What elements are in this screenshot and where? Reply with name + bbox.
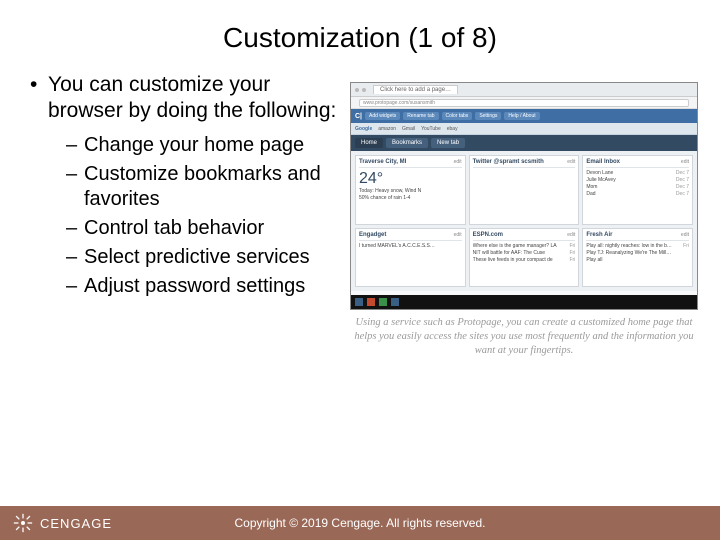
feed-row: These live feeds in your compact deFri bbox=[473, 257, 576, 264]
card-edit: edit bbox=[567, 232, 575, 238]
feed-row: Play all: nightly reaches: low in the b…… bbox=[586, 243, 689, 250]
feed-row: I turned MARVEL's A.C.C.E.S.S… bbox=[359, 243, 462, 250]
nav-home: Home bbox=[355, 138, 383, 148]
sub-bullet: Customize bookmarks and favorites bbox=[66, 162, 350, 212]
window-titlebar: Click here to add a page… bbox=[351, 83, 697, 97]
right-column: Click here to add a page… www.protopage.… bbox=[350, 72, 698, 359]
copyright-text: Copyright © 2019 Cengage. All rights res… bbox=[0, 516, 720, 530]
browser-screenshot: Click here to add a page… www.protopage.… bbox=[350, 82, 698, 310]
quick-link: ebay bbox=[447, 126, 458, 132]
slide: Customization (1 of 8) You can customize… bbox=[0, 0, 720, 540]
weather-card: Traverse City, MI edit 24° Today: Heavy s… bbox=[355, 155, 466, 225]
toolbar-chip: Help / About bbox=[504, 112, 539, 120]
quick-link: YouTube bbox=[421, 126, 441, 132]
left-column: You can customize your browser by doing … bbox=[30, 72, 350, 359]
toolbar-chip: Add widgets bbox=[365, 112, 400, 120]
weather-temp: 24° bbox=[359, 170, 462, 188]
sub-bullet: Adjust password settings bbox=[66, 274, 350, 299]
weather-detail: 50% chance of rain 1-4 bbox=[359, 195, 462, 202]
windows-taskbar bbox=[351, 295, 697, 309]
engadget-card: Engadget edit I turned MARVEL's A.C.C.E.S… bbox=[355, 228, 466, 287]
email-row: Julie McAveyDec 7 bbox=[586, 177, 689, 184]
weather-desc: Today: Heavy snow, Wind N bbox=[359, 188, 462, 195]
search-link-bar: Google amazon Gmail YouTube ebay bbox=[351, 123, 697, 135]
intro-bullet: You can customize your browser by doing … bbox=[30, 72, 350, 125]
toolbar-chip: Settings bbox=[475, 112, 501, 120]
toolbar-chip: Rename tab bbox=[403, 112, 438, 120]
nav-bookmarks: Bookmarks bbox=[386, 138, 428, 148]
widget-grid: Traverse City, MI edit 24° Today: Heavy s… bbox=[351, 151, 697, 291]
email-row: Devon LaneDec 7 bbox=[586, 170, 689, 177]
google-logo: Google bbox=[355, 126, 372, 132]
card-edit: edit bbox=[454, 159, 462, 165]
protopage-nav: Home Bookmarks New tab bbox=[351, 135, 697, 151]
twitter-card: Twitter @spramt scsmith edit bbox=[469, 155, 580, 225]
email-card: Email Inbox edit Devon LaneDec 7 Julie Mc… bbox=[582, 155, 693, 225]
quick-link: Gmail bbox=[402, 126, 415, 132]
card-title: Fresh Air bbox=[586, 232, 612, 238]
slide-footer: Copyright © 2019 Cengage. All rights res… bbox=[0, 506, 720, 540]
taskbar-icon bbox=[391, 298, 399, 306]
feed-row: NIT will battle for AAF: The CuseFri bbox=[473, 250, 576, 257]
toolbar-chip: Color tabs bbox=[442, 112, 473, 120]
nav-newtab: New tab bbox=[431, 138, 465, 148]
protopage-logo-icon: C| bbox=[355, 113, 362, 120]
sub-bullet: Control tab behavior bbox=[66, 216, 350, 241]
sub-bullet: Select predictive services bbox=[66, 245, 350, 270]
slide-body: You can customize your browser by doing … bbox=[0, 72, 720, 359]
sub-bullet: Change your home page bbox=[66, 133, 350, 158]
slide-title: Customization (1 of 8) bbox=[0, 0, 720, 72]
card-title: Email Inbox bbox=[586, 159, 620, 165]
card-edit: edit bbox=[681, 232, 689, 238]
espn-card: ESPN.com edit Where else is the game mana… bbox=[469, 228, 580, 287]
sub-bullet-list: Change your home page Customize bookmark… bbox=[30, 133, 350, 299]
quick-link: amazon bbox=[378, 126, 396, 132]
card-title: Traverse City, MI bbox=[359, 159, 406, 165]
protopage-toolbar: C| Add widgets Rename tab Color tabs Set… bbox=[351, 109, 697, 123]
address-bar-row: www.protopage.com/susansmith bbox=[351, 97, 697, 109]
figure-caption: Using a service such as Protopage, you c… bbox=[350, 316, 698, 359]
card-edit: edit bbox=[681, 159, 689, 165]
address-bar: www.protopage.com/susansmith bbox=[359, 99, 689, 107]
card-edit: edit bbox=[567, 159, 575, 165]
email-row: MomDec 7 bbox=[586, 184, 689, 191]
taskbar-icon bbox=[367, 298, 375, 306]
feed-row: Play all bbox=[586, 257, 689, 264]
freshair-card: Fresh Air edit Play all: nightly reaches:… bbox=[582, 228, 693, 287]
card-title: Twitter @spramt scsmith bbox=[473, 159, 544, 165]
card-title: Engadget bbox=[359, 232, 386, 238]
forward-icon bbox=[362, 88, 366, 92]
feed-row: Play TJ: Reanalyzing We're The Mill… bbox=[586, 250, 689, 257]
back-icon bbox=[355, 88, 359, 92]
browser-tab: Click here to add a page… bbox=[373, 85, 458, 94]
taskbar-icon bbox=[379, 298, 387, 306]
taskbar-icon bbox=[355, 298, 363, 306]
feed-row: Where else is the game manager? LAFri bbox=[473, 243, 576, 250]
email-row: DadDec 7 bbox=[586, 191, 689, 198]
card-edit: edit bbox=[454, 232, 462, 238]
card-title: ESPN.com bbox=[473, 232, 503, 238]
